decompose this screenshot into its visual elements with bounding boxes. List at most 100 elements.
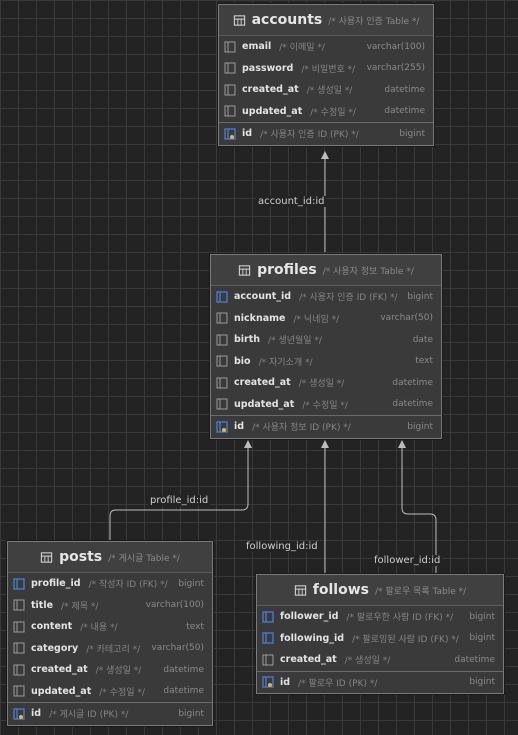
field-icon — [216, 398, 228, 410]
field-icon — [224, 41, 236, 53]
field-type: datetime — [163, 686, 204, 697]
field-row[interactable]: updated_at /* 수정일 */ datetime — [211, 394, 441, 416]
field-icon — [13, 621, 25, 633]
table-comment: /* 사용자 인증 Table */ — [328, 16, 420, 27]
table-name: profiles — [257, 262, 317, 278]
field-comment: /* 생성일 */ — [344, 656, 391, 667]
arrowhead-account — [321, 151, 329, 159]
field-row[interactable]: created_at /* 생성일 */ datetime — [219, 79, 433, 101]
edge-label-following: following_id:id — [244, 541, 320, 552]
field-row[interactable]: content /* 내용 */ text — [8, 616, 212, 638]
field-type: datetime — [392, 377, 433, 388]
field-comment: /* 생성일 */ — [298, 379, 345, 390]
field-name: updated_at — [31, 685, 92, 697]
field-type: varchar(100) — [145, 600, 204, 611]
arrowhead-follower — [398, 440, 406, 448]
primary-key-row[interactable]: id /* 사용자 인증 ID (PK) */ bigint — [219, 122, 433, 145]
field-row[interactable]: follower_id /* 팔로우한 사람 ID (FK) */ bigint — [257, 606, 503, 628]
field-row[interactable]: nickname /* 닉네임 */ varchar(50) — [211, 308, 441, 330]
table-profiles[interactable]: profiles /* 사용자 정보 Table */ account_id /* 사… — [210, 254, 442, 439]
field-type: datetime — [454, 654, 495, 665]
field-row[interactable]: bio /* 자기소개 */ text — [211, 351, 441, 373]
arrowhead-profile — [244, 440, 252, 448]
table-accounts[interactable]: accounts /* 사용자 인증 Table */ email /* 이메일 */… — [218, 4, 434, 146]
table-name: follows — [312, 582, 369, 598]
table-follows[interactable]: follows /* 팔로우 목록 Table */ follower_id /* 팔… — [256, 574, 504, 694]
field-name: created_at — [242, 84, 299, 96]
field-comment: /* 팔로우 ID (PK) */ — [298, 678, 378, 689]
edge-label-account: account_id:id — [256, 196, 327, 207]
field-name: id — [234, 421, 245, 433]
field-row[interactable]: profile_id /* 작성자 ID (FK) */ bigint — [8, 573, 212, 595]
field-comment: /* 수정일 */ — [310, 107, 356, 118]
field-type: datetime — [384, 106, 425, 117]
primary-key-icon — [216, 421, 228, 433]
field-row[interactable]: updated_at /* 수정일 */ datetime — [8, 681, 212, 703]
primary-key-icon — [262, 676, 274, 688]
field-name: updated_at — [234, 398, 295, 410]
field-row[interactable]: created_at /* 생성일 */ datetime — [257, 649, 503, 671]
field-comment: /* 팔로우한 사람 ID (FK) */ — [346, 613, 454, 624]
field-comment: /* 작성자 ID (FK) */ — [88, 580, 168, 591]
field-row[interactable]: password /* 비밀번호 */ varchar(255) — [219, 58, 433, 80]
table-header[interactable]: profiles /* 사용자 정보 Table */ — [211, 255, 441, 286]
field-row[interactable]: birth /* 생년월일 */ date — [211, 329, 441, 351]
field-comment: /* 사용자 인증 ID (PK) */ — [260, 130, 359, 141]
arrowhead-following — [321, 440, 329, 448]
table-comment: /* 팔로우 목록 Table */ — [375, 586, 467, 597]
field-comment: /* 생성일 */ — [306, 86, 353, 97]
field-name: account_id — [234, 291, 292, 303]
table-posts[interactable]: posts /* 게시글 Table */ profile_id /* 작성자 ID … — [7, 541, 213, 726]
field-type: varchar(50) — [151, 643, 204, 654]
field-type: text — [415, 356, 433, 367]
field-name: nickname — [234, 312, 286, 324]
field-row[interactable]: title /* 제목 */ varchar(100) — [8, 595, 212, 617]
field-comment: /* 제목 */ — [61, 601, 99, 612]
table-name: accounts — [251, 12, 323, 28]
field-name: id — [280, 676, 291, 688]
table-header[interactable]: accounts /* 사용자 인증 Table */ — [219, 5, 433, 36]
primary-key-row[interactable]: id /* 게시글 ID (PK) */ bigint — [8, 702, 212, 725]
field-comment: /* 사용자 정보 ID (PK) */ — [252, 423, 351, 434]
edge-label-follower: follower_id:id — [372, 555, 443, 566]
field-name: category — [31, 642, 79, 654]
field-icon — [216, 334, 228, 346]
table-comment: /* 사용자 정보 Table */ — [322, 266, 414, 277]
field-type: bigint — [469, 611, 495, 622]
field-type: bigint — [178, 578, 204, 589]
table-header[interactable]: follows /* 팔로우 목록 Table */ — [257, 575, 503, 606]
edge-profile — [109, 447, 249, 541]
primary-key-icon — [13, 708, 25, 720]
field-comment: /* 자기소개 */ — [258, 357, 313, 368]
field-row[interactable]: following_id /* 팔로잉된 사람 ID (FK) */ bigint — [257, 628, 503, 650]
field-type: varchar(255) — [366, 63, 425, 74]
field-name: created_at — [280, 654, 337, 666]
field-type: bigint — [407, 421, 433, 432]
foreign-key-icon — [262, 632, 274, 644]
field-row[interactable]: updated_at /* 수정일 */ datetime — [219, 101, 433, 123]
primary-key-row[interactable]: id /* 사용자 정보 ID (PK) */ bigint — [211, 415, 441, 438]
field-type: bigint — [178, 708, 204, 719]
field-row[interactable]: created_at /* 생성일 */ datetime — [211, 372, 441, 394]
table-icon — [40, 551, 53, 563]
field-name: profile_id — [31, 578, 81, 590]
field-row[interactable]: category /* 카테고리 */ varchar(50) — [8, 638, 212, 660]
field-icon — [13, 642, 25, 654]
edge-label-profile: profile_id:id — [148, 495, 211, 506]
primary-key-icon — [224, 128, 236, 140]
field-type: bigint — [469, 633, 495, 644]
field-name: follower_id — [280, 611, 339, 623]
field-name: content — [31, 621, 73, 633]
field-name: updated_at — [242, 105, 303, 117]
field-comment: /* 닉네임 */ — [293, 314, 340, 325]
field-type: text — [186, 621, 204, 632]
field-type: datetime — [392, 399, 433, 410]
field-name: title — [31, 599, 54, 611]
primary-key-row[interactable]: id /* 팔로우 ID (PK) */ bigint — [257, 670, 503, 694]
field-row[interactable]: email /* 이메일 */ varchar(100) — [219, 36, 433, 58]
foreign-key-icon — [262, 611, 274, 623]
table-header[interactable]: posts /* 게시글 Table */ — [8, 542, 212, 573]
field-row[interactable]: created_at /* 생성일 */ datetime — [8, 659, 212, 681]
field-name: password — [242, 62, 294, 74]
field-row[interactable]: account_id /* 사용자 인증 ID (FK) */ bigint — [211, 286, 441, 308]
